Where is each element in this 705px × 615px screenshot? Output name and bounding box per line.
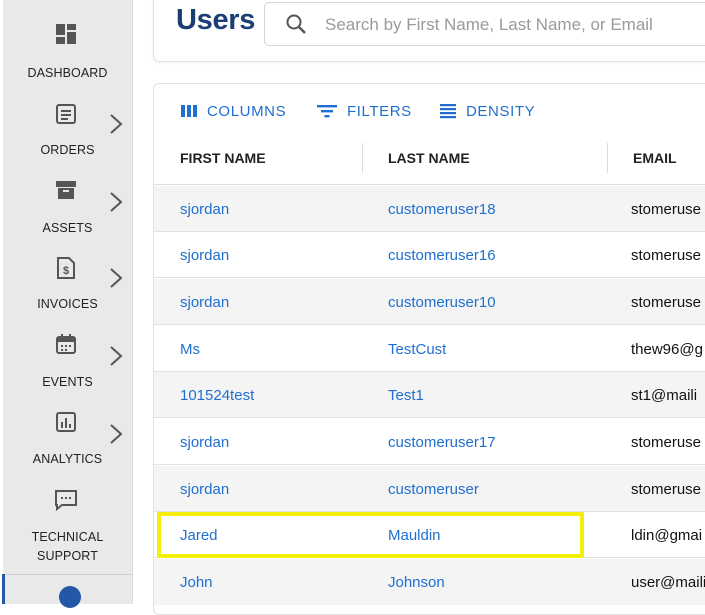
table-row[interactable]: sjordan customeruser10 stomeruse <box>154 279 705 325</box>
sidebar-item-events[interactable]: EVENTS <box>3 326 132 402</box>
svg-text:$: $ <box>63 265 69 277</box>
columns-label: COLUMNS <box>207 102 287 120</box>
filters-label: FILTERS <box>347 102 412 120</box>
sidebar-item-label: ANALYTICS <box>32 452 103 466</box>
assets-icon <box>53 178 79 202</box>
orders-icon <box>53 102 79 126</box>
last-name-cell[interactable]: customeruser16 <box>388 247 496 264</box>
sidebar-item-label: SUPPORT <box>37 549 98 563</box>
email-cell: stomeruse <box>631 481 702 498</box>
page-title: Users <box>176 4 256 36</box>
first-name-cell[interactable]: sjordan <box>180 247 229 264</box>
invoices-icon: $ <box>53 256 79 280</box>
last-name-cell[interactable]: customeruser18 <box>388 201 496 218</box>
chevron-right-icon <box>107 112 125 136</box>
last-name-cell[interactable]: Test1 <box>388 387 424 404</box>
sidebar-item-label: ASSETS <box>42 221 93 235</box>
chevron-right-icon <box>107 190 125 214</box>
row-divider <box>154 417 705 418</box>
chevron-right-icon <box>107 344 125 368</box>
last-name-cell[interactable]: customeruser10 <box>388 294 496 311</box>
sidebar-item-dashboard[interactable]: DASHBOARD <box>3 14 132 90</box>
table-row[interactable]: Ms TestCust thew96@g <box>154 326 705 372</box>
user-icon[interactable] <box>59 586 81 608</box>
sidebar-item-label: INVOICES <box>37 297 98 311</box>
email-cell: stomeruse <box>631 247 702 264</box>
email-cell: st1@maili <box>631 387 698 404</box>
active-indicator <box>2 574 5 604</box>
email-cell: thew96@g <box>631 341 703 358</box>
density-icon <box>440 104 456 119</box>
columns-icon <box>181 105 197 117</box>
density-button[interactable]: DENSITY <box>439 100 535 122</box>
sidebar-item-assets[interactable]: ASSETS <box>3 170 132 246</box>
table-row[interactable]: sjordan customeruser stomeruse <box>154 466 705 512</box>
search-input[interactable] <box>323 11 705 39</box>
header-divider <box>154 184 705 185</box>
sidebar-item-label: DASHBOARD <box>27 66 108 80</box>
calendar-icon <box>53 332 79 356</box>
sidebar-item-label: ORDERS <box>40 143 95 157</box>
search-icon <box>285 13 307 35</box>
last-name-cell[interactable]: customeruser17 <box>388 434 496 451</box>
column-header-first-name[interactable]: FIRST NAME <box>180 150 266 166</box>
sidebar-item-label: EVENTS <box>42 375 93 389</box>
filters-button[interactable]: FILTERS <box>316 100 412 122</box>
row-divider <box>154 277 705 278</box>
last-name-cell[interactable]: TestCust <box>388 341 446 358</box>
email-cell: stomeruse <box>631 294 702 311</box>
row-divider <box>154 464 705 465</box>
search-box[interactable] <box>264 2 705 46</box>
email-cell: stomeruse <box>631 434 702 451</box>
table-row[interactable]: sjordan customeruser17 stomeruse <box>154 419 705 465</box>
sidebar-item-invoices[interactable]: $ INVOICES <box>3 248 132 324</box>
sidebar-item-orders[interactable]: ORDERS <box>3 92 132 168</box>
chevron-right-icon <box>107 422 125 446</box>
chat-icon <box>53 488 79 512</box>
density-label: DENSITY <box>466 102 536 120</box>
highlight-box <box>157 512 584 558</box>
columns-button[interactable]: COLUMNS <box>180 100 286 122</box>
table-row[interactable]: John Johnson user@maili <box>154 559 705 605</box>
last-name-cell[interactable]: Johnson <box>388 574 445 591</box>
email-cell: user@maili <box>631 574 705 591</box>
first-name-cell[interactable]: sjordan <box>180 294 229 311</box>
column-separator[interactable] <box>607 143 608 173</box>
column-header-last-name[interactable]: LAST NAME <box>388 150 470 166</box>
table-row[interactable]: 101524test Test1 st1@maili <box>154 372 705 418</box>
dashboard-icon <box>53 22 79 46</box>
table-row[interactable]: sjordan customeruser16 stomeruse <box>154 232 705 278</box>
last-name-cell[interactable]: customeruser <box>388 481 479 498</box>
column-separator[interactable] <box>362 143 363 173</box>
filter-icon <box>317 105 337 118</box>
first-name-cell[interactable]: sjordan <box>180 434 229 451</box>
table-row[interactable]: sjordan customeruser18 stomeruse <box>154 186 705 232</box>
sidebar-item-technical-support[interactable]: TECHNICAL SUPPORT <box>3 482 132 572</box>
first-name-cell[interactable]: sjordan <box>180 201 229 218</box>
email-cell: stomeruse <box>631 201 702 218</box>
first-name-cell[interactable]: 101524test <box>180 387 254 404</box>
sidebar-item-label: TECHNICAL <box>31 530 104 544</box>
analytics-icon <box>53 410 79 434</box>
email-cell: ldin@gmai <box>631 527 703 544</box>
column-header-email[interactable]: EMAIL <box>633 150 677 166</box>
row-divider <box>154 324 705 325</box>
first-name-cell[interactable]: sjordan <box>180 481 229 498</box>
chevron-right-icon <box>107 266 125 290</box>
first-name-cell[interactable]: John <box>180 574 213 591</box>
sidebar: DASHBOARD ORDERS ASSETS $ INVOICES EVENT… <box>3 0 133 608</box>
first-name-cell[interactable]: Ms <box>180 341 200 358</box>
sidebar-item-analytics[interactable]: ANALYTICS <box>3 404 132 480</box>
sidebar-divider <box>3 574 132 575</box>
